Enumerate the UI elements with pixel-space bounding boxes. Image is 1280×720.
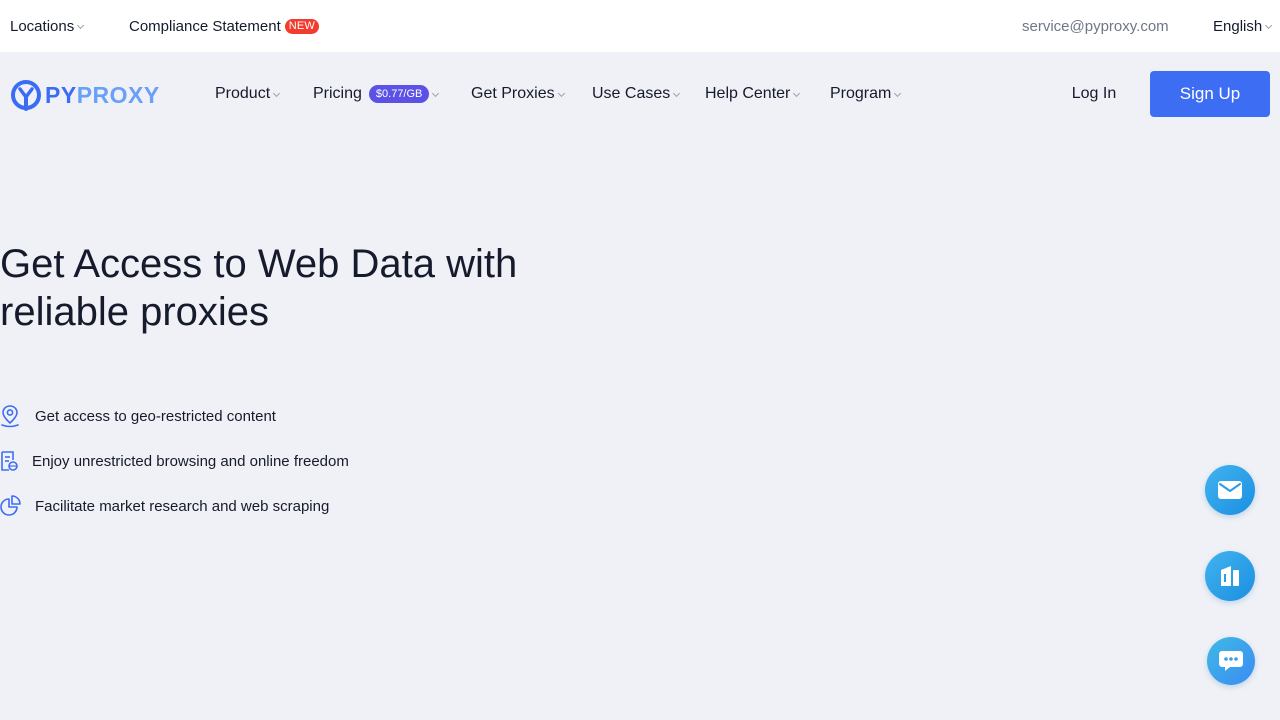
chevron-down-icon [77,21,85,29]
logo-mark-icon [11,80,41,111]
compliance-label: Compliance Statement [129,17,281,35]
language-selector[interactable]: English [1213,0,1273,52]
feature-item: Facilitate market research and web scrap… [0,494,329,518]
mail-icon [1218,481,1242,499]
document-icon [1221,566,1239,586]
login-button[interactable]: Log In [1060,80,1128,108]
mail-button[interactable] [1205,465,1255,515]
signup-button[interactable]: Sign Up [1150,71,1270,117]
nav-pricing-label: Pricing [313,85,362,102]
nav-help-center-label: Help Center [705,85,791,102]
locations-menu[interactable]: Locations [10,0,85,52]
chevron-down-icon [1265,21,1273,29]
feature-text: Facilitate market research and web scrap… [35,497,330,515]
chevron-down-icon [557,89,565,97]
nav-use-cases-label: Use Cases [592,85,671,102]
hero-title: Get Access to Web Data with reliable pro… [0,240,560,336]
chevron-down-icon [432,89,440,97]
support-email-link[interactable]: service@pyproxy.com [1022,0,1169,52]
pie-chart-icon [0,495,21,516]
chat-button[interactable] [1207,637,1255,685]
nav-product[interactable]: Product [215,80,281,108]
top-utility-bar: Locations Compliance Statement NEW servi… [0,0,1280,52]
pyproxy-logo[interactable]: PYPROXY [10,78,160,112]
new-badge: NEW [284,18,320,34]
chevron-down-icon [894,89,902,97]
nav-use-cases[interactable]: Use Cases [592,80,681,108]
hero-title-line1: Get Access to Web Data with [0,242,518,286]
nav-program-label: Program [830,85,892,102]
logo-text: PYPROXY [45,81,160,108]
nav-help-center[interactable]: Help Center [705,80,801,108]
chat-bubble-icon [1219,651,1243,671]
nav-product-label: Product [215,85,271,102]
feature-text: Get access to geo-restricted content [35,407,276,425]
locations-label: Locations [10,17,75,35]
feature-item: Get access to geo-restricted content [0,404,276,428]
pricing-badge: $0.77/GB [368,85,430,103]
feature-text: Enjoy unrestricted browsing and online f… [32,452,349,470]
nav-get-proxies[interactable]: Get Proxies [471,80,565,108]
feature-item: Enjoy unrestricted browsing and online f… [0,449,349,473]
nav-get-proxies-label: Get Proxies [471,85,555,102]
nav-program[interactable]: Program [830,80,902,108]
document-button[interactable] [1205,551,1255,601]
document-globe-icon [1,451,18,471]
main-navbar: PYPROXY Product Pricing $0.77/GB Get Pro… [0,52,1280,136]
chevron-down-icon [273,89,281,97]
compliance-statement-link[interactable]: Compliance Statement NEW [129,0,320,52]
nav-pricing[interactable]: Pricing $0.77/GB [313,80,440,108]
hero-title-line2: reliable proxies [0,290,270,334]
location-pin-icon [1,405,19,428]
chevron-down-icon [793,89,801,97]
language-label: English [1213,17,1263,35]
chevron-down-icon [673,89,681,97]
